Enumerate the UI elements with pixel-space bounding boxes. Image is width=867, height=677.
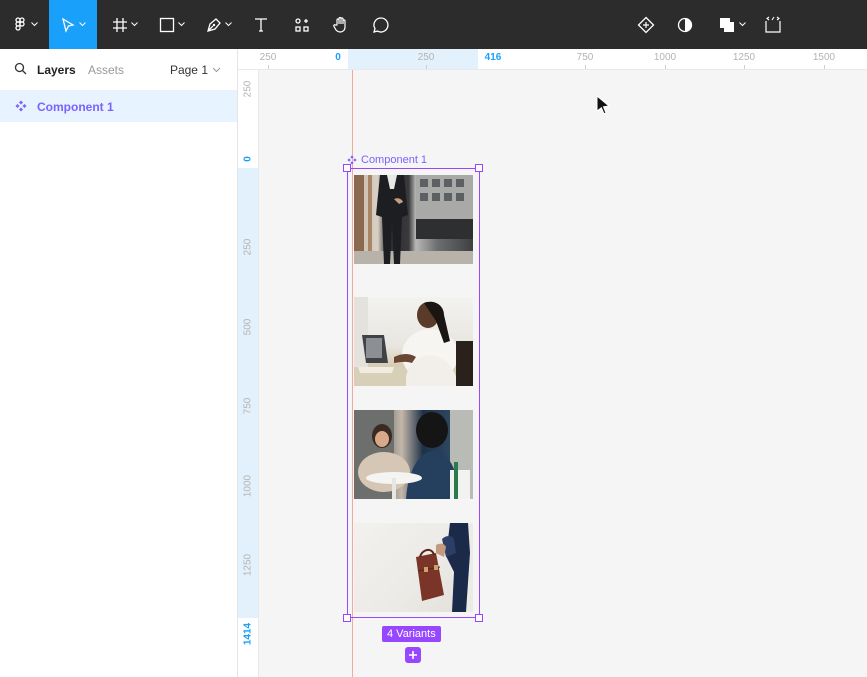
ruler-label: 750 <box>576 52 594 63</box>
pen-tool-button[interactable] <box>198 0 240 49</box>
hand-tool-button[interactable] <box>326 0 356 49</box>
design-canvas[interactable]: Component 1 4 Variants <box>259 70 867 677</box>
component-icon <box>15 100 27 112</box>
chevron-down-icon <box>131 22 138 27</box>
ruler-label: 750 <box>242 397 254 415</box>
ruler-label: 1000 <box>653 52 677 63</box>
ruler-label: 1250 <box>732 52 756 63</box>
ruler-label: 250 <box>259 52 277 63</box>
create-component-button[interactable] <box>632 0 660 49</box>
variants-count-badge: 4 Variants <box>382 626 441 642</box>
component-diamond-icon <box>637 16 655 33</box>
code-frame-icon <box>765 16 781 33</box>
ruler-label-selection-start: 0 <box>242 156 254 162</box>
selection-box <box>347 168 480 618</box>
tab-layers[interactable]: Layers <box>37 63 76 77</box>
chevron-down-icon <box>30 22 38 27</box>
ruler-tick <box>665 65 666 69</box>
page-selector-label: Page 1 <box>169 63 208 77</box>
ruler-label: 250 <box>242 238 254 256</box>
ruler-label: 250 <box>242 80 254 98</box>
horizontal-ruler: 250 0 250 416 750 1000 1250 1500 <box>238 49 867 70</box>
page-selector[interactable]: Page 1 <box>170 63 221 77</box>
add-variant-button[interactable] <box>405 647 421 663</box>
layers-panel: Layers Assets Page 1 Component 1 <box>0 49 238 677</box>
boolean-operations-button[interactable] <box>712 0 752 49</box>
cursor-arrow-icon <box>61 17 75 33</box>
plus-icon <box>409 651 417 659</box>
toolbar <box>0 0 867 49</box>
ruler-label: 250 <box>417 52 435 63</box>
panel-tabs: Layers Assets Page 1 <box>0 49 237 90</box>
ruler-label-selection-start: 0 <box>335 52 341 63</box>
boolean-union-icon <box>720 17 734 32</box>
resize-handle-top-left[interactable] <box>343 164 351 172</box>
mask-button[interactable] <box>671 0 699 49</box>
main-menu-button[interactable] <box>0 0 49 49</box>
chevron-down-icon <box>739 22 746 27</box>
ruler-tick <box>585 65 586 69</box>
ruler-tick <box>426 65 427 69</box>
ruler-selection-highlight <box>238 168 258 618</box>
ruler-tick <box>824 65 825 69</box>
layer-item-component-1[interactable]: Component 1 <box>0 90 237 122</box>
resize-handle-top-right[interactable] <box>475 164 483 172</box>
chevron-down-icon <box>79 22 86 27</box>
ruler-selection-highlight <box>348 49 478 69</box>
layer-name: Component 1 <box>37 100 114 114</box>
resources-icon <box>295 17 309 32</box>
move-tool-button[interactable] <box>49 0 97 49</box>
text-tool-button[interactable] <box>246 0 276 49</box>
frame-hash-icon <box>113 17 127 32</box>
contrast-icon <box>677 17 693 32</box>
chevron-down-icon <box>225 22 232 27</box>
pen-icon <box>207 17 221 32</box>
comment-tool-button[interactable] <box>366 0 396 49</box>
mouse-cursor-icon <box>596 95 611 115</box>
component-name: Component 1 <box>361 154 428 166</box>
ruler-label: 1250 <box>242 553 254 577</box>
chevron-down-icon <box>212 67 221 73</box>
rectangle-icon <box>159 17 175 32</box>
ruler-label-selection-end: 416 <box>484 52 502 63</box>
ruler-label: 1000 <box>242 474 254 498</box>
ruler-tick <box>744 65 745 69</box>
frame-tool-button[interactable] <box>105 0 145 49</box>
code-view-button[interactable] <box>759 0 787 49</box>
search-icon[interactable] <box>14 62 27 75</box>
ruler-label: 500 <box>242 318 254 336</box>
vertical-ruler: 250 0 250 500 750 1000 1250 1414 <box>238 70 259 677</box>
hand-icon <box>333 16 346 33</box>
text-t-icon <box>255 17 267 32</box>
shape-tool-button[interactable] <box>152 0 192 49</box>
resources-tool-button[interactable] <box>287 0 317 49</box>
chevron-down-icon <box>178 22 185 27</box>
ruler-label-selection-end: 1414 <box>242 622 254 646</box>
resize-handle-bottom-right[interactable] <box>475 614 483 622</box>
comment-bubble-icon <box>373 16 389 33</box>
figma-logo-icon <box>14 16 25 31</box>
resize-handle-bottom-left[interactable] <box>343 614 351 622</box>
tab-assets[interactable]: Assets <box>88 63 124 77</box>
ruler-tick <box>268 65 269 69</box>
ruler-label: 1500 <box>812 52 836 63</box>
component-frame-label[interactable]: Component 1 <box>347 154 427 166</box>
